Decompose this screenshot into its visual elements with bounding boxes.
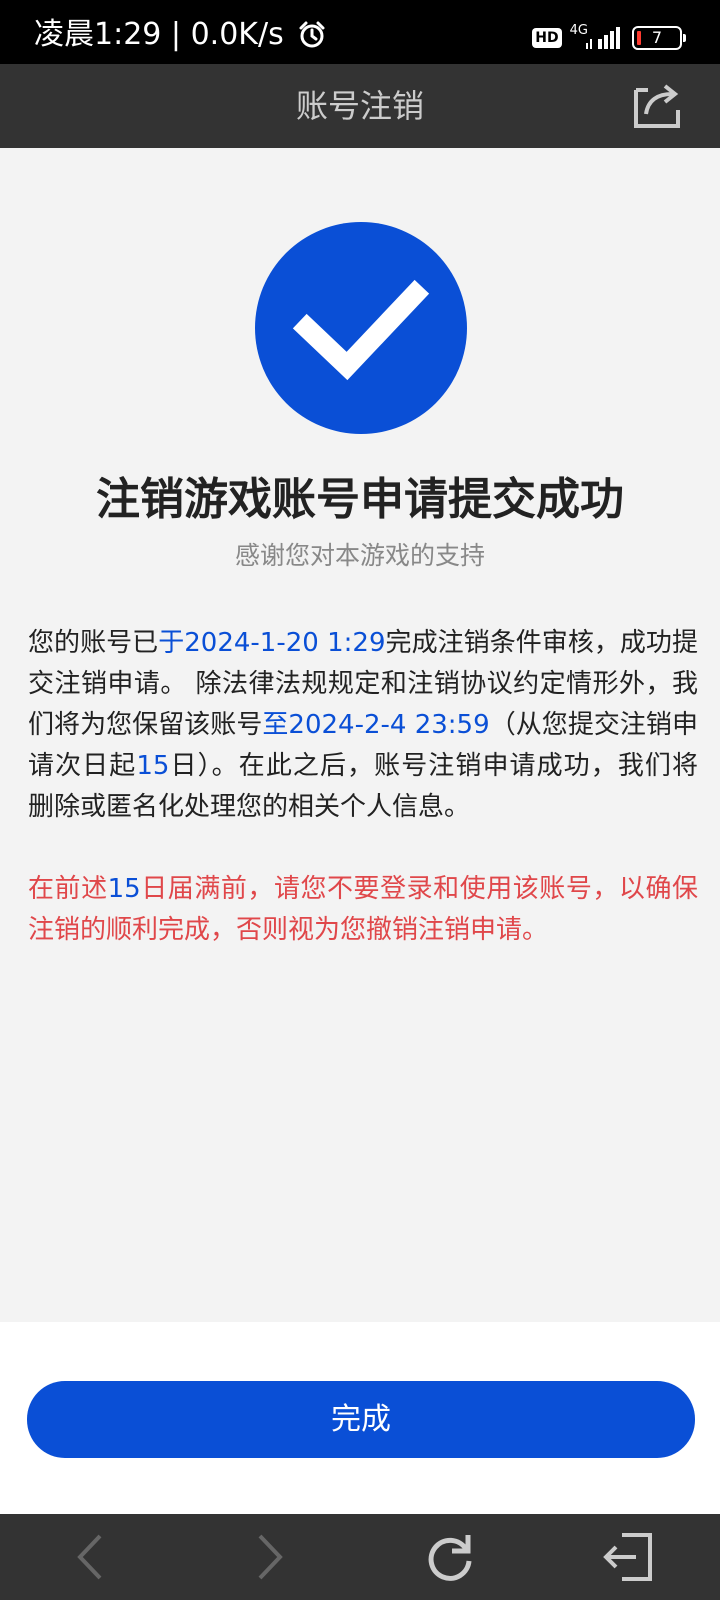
status-bar: 凌晨1:29 | 0.0K/s HD 4G 7 [0,0,720,64]
alarm-icon [299,21,325,48]
status-time: 凌晨1:29 [34,17,162,52]
status-divider: | [170,17,191,52]
info-paragraph: 您的账号已于2024-1-20 1:29完成注销条件审核，成功提交注销申请。 除… [28,623,698,828]
hd-badge: HD [532,28,562,48]
refresh-button[interactable] [410,1514,490,1600]
refresh-icon [428,1535,472,1581]
page-title: 账号注销 [295,87,424,125]
result-subtitle: 感谢您对本游戏的支持 [234,541,485,570]
warning-paragraph: 在前述15日届满前，请您不要登录和使用该账号，以确保注销的顺利完成，否则视为您撤… [28,869,698,951]
warning-days: 15 [107,874,141,904]
success-badge [255,222,467,434]
battery-icon: 7 [632,26,686,50]
review-date: 于2024-1-20 1:29 [158,628,386,658]
result-title: 注销游戏账号申请提交成功 [96,474,624,525]
forward-icon [258,1534,283,1580]
share-icon[interactable] [632,80,682,130]
exit-icon [603,1533,652,1581]
info-text-1: 您的账号已 [28,628,159,658]
network-type-label: 4G [569,22,588,38]
warning-text-1: 在前述 [28,874,108,904]
retention-date: 至2024-2-4 23:59 [262,710,490,740]
back-button[interactable] [50,1514,130,1600]
header-bar: 账号注销 [0,64,720,148]
check-icon [292,279,430,381]
retention-days: 15 [136,751,170,781]
forward-button[interactable] [230,1514,310,1600]
status-network-speed: 0.0K/s [190,17,284,52]
done-button[interactable]: 完成 [27,1381,695,1458]
back-icon [77,1534,102,1580]
exit-button[interactable] [590,1514,670,1600]
status-right: HD 4G 7 [532,22,686,52]
battery-percent: 7 [651,28,663,47]
signal-icon [586,27,620,49]
browser-toolbar [0,1514,720,1600]
status-left: 凌晨1:29 | 0.0K/s [34,18,327,52]
